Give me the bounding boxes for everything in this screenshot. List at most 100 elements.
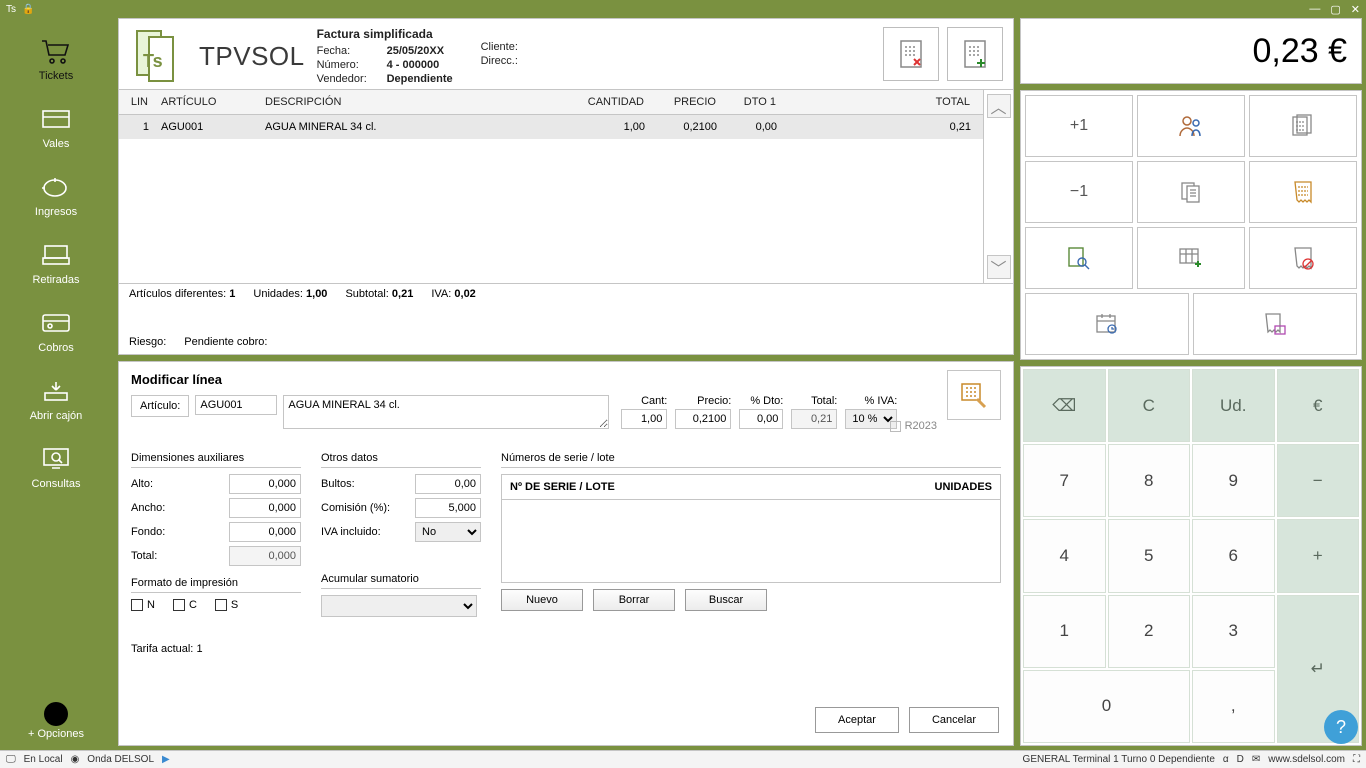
col-precio[interactable]: PRECIO (651, 90, 723, 114)
sidebar-item-label: Abrir cajón (30, 410, 83, 422)
fmt-c-checkbox[interactable]: C (173, 599, 197, 611)
add-table-button[interactable] (1137, 227, 1245, 289)
sidebar-item-label: Vales (43, 138, 70, 150)
key-clear[interactable]: C (1108, 369, 1191, 442)
sidebar-item-retiradas[interactable]: Retiradas (0, 232, 112, 298)
sidebar-item-vales[interactable]: Vales (0, 96, 112, 162)
nuevo-button[interactable]: Nuevo (501, 589, 583, 611)
close-button[interactable]: ✕ (1351, 3, 1360, 16)
ivainc-select[interactable]: No (415, 522, 481, 542)
status-alpha-icon[interactable]: α (1223, 754, 1229, 765)
key-2[interactable]: 2 (1108, 595, 1191, 668)
key-6[interactable]: 6 (1192, 519, 1275, 592)
articulo-desc-input[interactable] (283, 395, 609, 429)
cant-input[interactable] (621, 409, 667, 429)
serie-list[interactable] (502, 500, 1000, 582)
col-articulo[interactable]: ARTÍCULO (155, 90, 259, 114)
sidebar-item-tickets[interactable]: Tickets (0, 28, 112, 94)
key-comma[interactable]: , (1192, 670, 1275, 743)
scroll-up-button[interactable]: ︿ (987, 94, 1011, 118)
key-euro[interactable]: € (1277, 369, 1360, 442)
delete-ticket-button[interactable] (883, 27, 939, 81)
sidebar-item-label: Consultas (32, 478, 81, 490)
accept-button[interactable]: Aceptar (815, 707, 899, 733)
minimize-button[interactable]: — (1309, 3, 1320, 16)
minus-one-button[interactable]: −1 (1025, 161, 1133, 223)
new-ticket-button[interactable] (947, 27, 1003, 81)
fmt-n-checkbox[interactable]: N (131, 599, 155, 611)
tickets-list-button[interactable] (1249, 95, 1357, 157)
brand-logo: Ts TPVSOL (129, 27, 305, 85)
status-d-icon[interactable]: D (1237, 754, 1244, 765)
status-mail-icon[interactable]: ✉ (1252, 754, 1260, 765)
key-backspace[interactable]: ⌫ (1023, 369, 1106, 442)
register-icon (39, 240, 73, 270)
bultos-input[interactable] (415, 474, 481, 494)
titlebar: Ts 🔒 — ▢ ✕ (0, 0, 1366, 18)
sidebar-more[interactable]: + Opciones (0, 700, 112, 746)
grid-scrollbar[interactable]: ︿ ﹀ (983, 90, 1013, 283)
drawer-icon (39, 376, 73, 406)
svg-text:Ts: Ts (143, 51, 163, 71)
key-plus[interactable]: + (1277, 519, 1360, 592)
dto-input[interactable] (739, 409, 783, 429)
sidebar-item-label: Retiradas (32, 274, 79, 286)
customer-button[interactable] (1137, 95, 1245, 157)
borrar-button[interactable]: Borrar (593, 589, 675, 611)
key-0[interactable]: 0 (1023, 670, 1190, 743)
keypad-tool-button[interactable] (947, 370, 1001, 420)
alto-input[interactable] (229, 474, 301, 494)
precio-input[interactable] (675, 409, 731, 429)
fmt-s-checkbox[interactable]: S (215, 599, 238, 611)
calendar-button[interactable] (1025, 293, 1189, 355)
col-lin[interactable]: LIN (119, 90, 155, 114)
sidebar-item-abrir-cajon[interactable]: Abrir cajón (0, 368, 112, 434)
plus-one-button[interactable]: +1 (1025, 95, 1133, 157)
ancho-input[interactable] (229, 498, 301, 518)
otros-section: Otros datos Bultos: Comisión (%): IVA in… (321, 449, 481, 617)
key-3[interactable]: 3 (1192, 595, 1275, 668)
sidebar-item-cobros[interactable]: Cobros (0, 300, 112, 366)
key-7[interactable]: 7 (1023, 444, 1106, 517)
key-1[interactable]: 1 (1023, 595, 1106, 668)
r2023-checkbox[interactable]: R2023 (890, 420, 937, 432)
edit-title: Modificar línea (131, 372, 1001, 387)
maximize-button[interactable]: ▢ (1330, 3, 1340, 16)
buscar-button[interactable]: Buscar (685, 589, 767, 611)
col-descripcion[interactable]: DESCRIPCIÓN (259, 90, 571, 114)
help-button[interactable]: ? (1324, 710, 1358, 744)
fondo-input[interactable] (229, 522, 301, 542)
key-unit[interactable]: Ud. (1192, 369, 1275, 442)
key-minus[interactable]: − (1277, 444, 1360, 517)
label-receipt-button[interactable] (1193, 293, 1357, 355)
sidebar-more-label: + Opciones (28, 728, 84, 740)
status-url[interactable]: www.sdelsol.com (1268, 754, 1345, 765)
sidebar-item-consultas[interactable]: Consultas (0, 436, 112, 502)
cancel-button[interactable]: Cancelar (909, 707, 999, 733)
status-onda-icon: ◉ (71, 754, 80, 765)
total-readonly (791, 409, 837, 429)
search-doc-button[interactable] (1025, 227, 1133, 289)
scroll-down-button[interactable]: ﹀ (987, 255, 1011, 279)
articulo-code-input[interactable] (195, 395, 277, 415)
block-receipt-button[interactable] (1249, 227, 1357, 289)
acumular-select[interactable] (321, 595, 477, 617)
sidebar-item-ingresos[interactable]: Ingresos (0, 164, 112, 230)
col-dto[interactable]: DTO 1 (723, 90, 783, 114)
lock-icon: 🔒 (22, 4, 34, 15)
table-row[interactable]: 1 AGU001 AGUA MINERAL 34 cl. 1,00 0,2100… (119, 115, 983, 139)
status-play-icon[interactable]: ▶ (162, 754, 170, 765)
status-expand-icon[interactable]: ⛶ (1353, 754, 1360, 765)
key-4[interactable]: 4 (1023, 519, 1106, 592)
col-cantidad[interactable]: CANTIDAD (571, 90, 651, 114)
status-right: GENERAL Terminal 1 Turno 0 Dependiente (1023, 754, 1215, 765)
key-5[interactable]: 5 (1108, 519, 1191, 592)
comision-input[interactable] (415, 498, 481, 518)
cart-icon (39, 36, 73, 66)
copy-button[interactable] (1137, 161, 1245, 223)
dim-total-readonly (229, 546, 301, 566)
col-total[interactable]: TOTAL (783, 90, 983, 114)
key-8[interactable]: 8 (1108, 444, 1191, 517)
receipt-button[interactable] (1249, 161, 1357, 223)
key-9[interactable]: 9 (1192, 444, 1275, 517)
